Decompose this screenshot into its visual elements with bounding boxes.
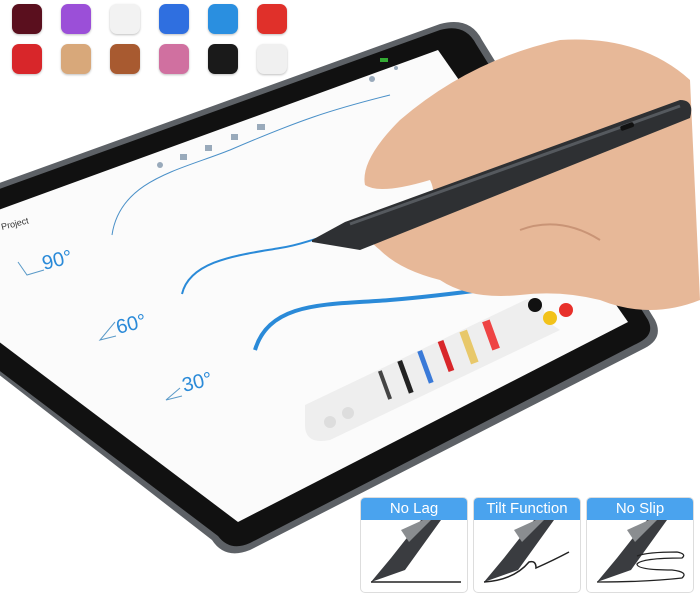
pen-wavy-line-icon bbox=[483, 520, 570, 583]
undo-button[interactable] bbox=[324, 416, 336, 428]
notability-icon bbox=[159, 4, 189, 34]
feature-card-tilt: Tilt Function bbox=[473, 497, 581, 593]
pen-straight-line-icon bbox=[371, 520, 461, 583]
pen-scribble-icon bbox=[596, 520, 685, 583]
color-yellow[interactable] bbox=[543, 311, 557, 325]
affinity-photo-icon bbox=[61, 4, 91, 34]
product-image: Project 90° 60° 30° No Lag Tilt Function… bbox=[0, 0, 700, 597]
feature-card-no-slip: No Slip bbox=[586, 497, 694, 593]
pdf-expert-icon bbox=[257, 4, 287, 34]
vectornator-icon bbox=[159, 44, 189, 74]
redo-button[interactable] bbox=[342, 407, 354, 419]
signature-app-icon bbox=[110, 44, 140, 74]
color-black[interactable] bbox=[528, 298, 542, 312]
feature-label: No Lag bbox=[361, 498, 467, 520]
feature-label: Tilt Function bbox=[474, 498, 580, 520]
feature-label: No Slip bbox=[587, 498, 693, 520]
pen-app-icon bbox=[12, 44, 42, 74]
paper-53-icon bbox=[257, 44, 287, 74]
feature-card-no-lag: No Lag bbox=[360, 497, 468, 593]
procreate-icon bbox=[208, 44, 238, 74]
star-app-icon bbox=[208, 4, 238, 34]
eye-app-icon bbox=[12, 4, 42, 34]
color-red[interactable] bbox=[559, 303, 573, 317]
art-set-icon bbox=[61, 44, 91, 74]
drawing-app-icon bbox=[110, 4, 140, 34]
